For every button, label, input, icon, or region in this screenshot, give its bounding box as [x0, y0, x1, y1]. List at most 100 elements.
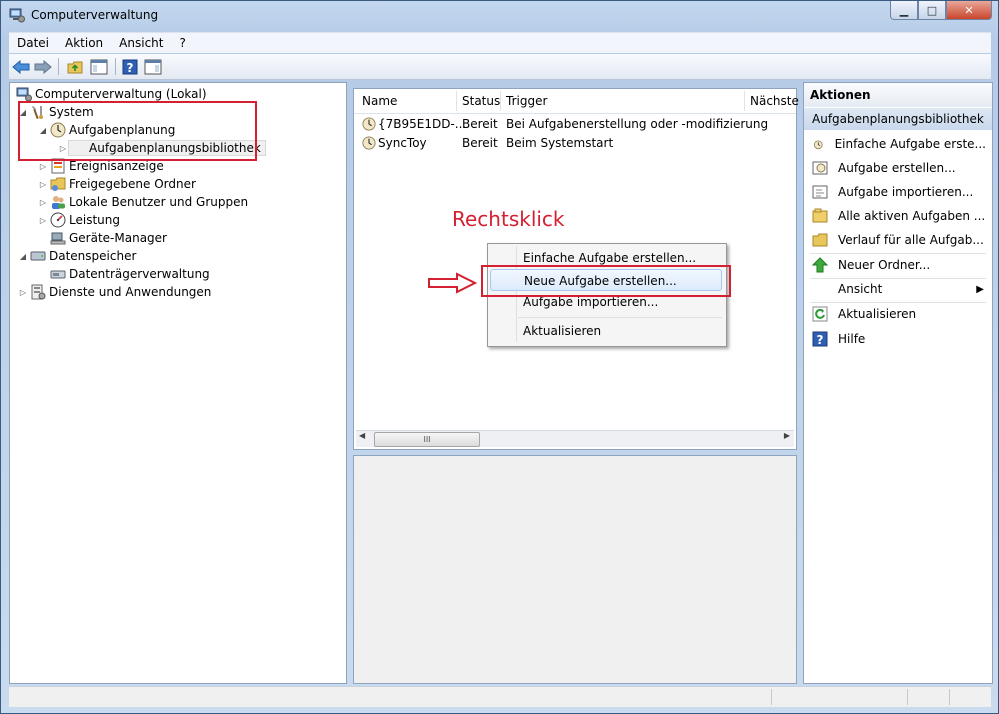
folder-up-icon: [67, 61, 83, 73]
context-item-aktualisieren[interactable]: Aktualisieren: [490, 320, 722, 342]
disk-management-icon: [50, 270, 66, 279]
action-neuer-ordner[interactable]: Neuer Ordner...: [810, 255, 986, 275]
create-task-icon: [812, 161, 828, 175]
clock-small-icon: [813, 140, 823, 150]
collapsed-arrow-icon[interactable]: ▷: [38, 198, 48, 207]
action-einfache-aufgabe[interactable]: Einfache Aufgabe erste...: [810, 134, 986, 154]
maximize-button[interactable]: □: [918, 1, 946, 20]
active-tasks-icon: [812, 208, 828, 223]
tree-item-leistung[interactable]: ▷ Leistung: [38, 211, 120, 229]
arrow-right-icon: [34, 59, 52, 74]
task-name: {7B95E1DD-...: [378, 117, 467, 131]
close-icon: ✕: [964, 3, 974, 17]
annotation-highlight-menu: [481, 265, 731, 297]
menu-bar: Datei Aktion Ansicht ?: [9, 32, 991, 53]
task-trigger: Bei Aufgabenerstellung oder -modifizieru…: [506, 117, 769, 131]
task-status: Bereit: [462, 117, 498, 131]
task-clock-icon: [362, 117, 376, 131]
scroll-grip: III: [423, 435, 431, 444]
minimize-icon: ▁: [899, 3, 909, 17]
action-label: Verlauf für alle Aufgab...: [838, 233, 984, 247]
tree-item-geraete[interactable]: Geräte-Manager: [38, 229, 167, 247]
tree-label: Lokale Benutzer und Gruppen: [69, 195, 249, 209]
show-hide-tree-button[interactable]: [89, 57, 109, 76]
performance-icon: [50, 212, 66, 228]
shared-folder-icon: [50, 177, 66, 191]
task-trigger: Beim Systemstart: [506, 136, 614, 150]
computer-management-icon: [16, 87, 32, 102]
action-alle-aktiven[interactable]: Alle aktiven Aufgaben ...: [810, 206, 986, 226]
status-bar: [9, 686, 991, 707]
collapsed-arrow-icon[interactable]: ▷: [38, 216, 48, 225]
arrow-left-icon: [12, 59, 30, 74]
maximize-icon: □: [926, 3, 938, 17]
back-button[interactable]: [11, 57, 31, 76]
action-pane-button[interactable]: [143, 57, 163, 76]
menu-datei[interactable]: Datei: [9, 36, 57, 50]
action-label: Aufgabe erstellen...: [838, 161, 956, 175]
action-aufgabe-erstellen[interactable]: Aufgabe erstellen...: [810, 158, 986, 178]
title-bar: Computerverwaltung ▁ □ ✕: [1, 1, 998, 29]
help-button[interactable]: ?: [120, 57, 140, 76]
task-status: Bereit: [462, 136, 498, 150]
caption-buttons: ▁ □ ✕: [890, 1, 992, 21]
collapsed-arrow-icon[interactable]: ▷: [18, 288, 28, 297]
action-verlauf[interactable]: Verlauf für alle Aufgab...: [810, 230, 986, 250]
column-trigger[interactable]: Trigger: [506, 94, 547, 108]
tree-item-freigaben[interactable]: ▷ Freigegebene Ordner: [38, 175, 196, 193]
column-name[interactable]: Name: [362, 94, 397, 108]
action-label: Einfache Aufgabe erste...: [834, 137, 986, 151]
svg-text:?: ?: [817, 333, 824, 347]
task-name: SyncToy: [378, 136, 427, 150]
tree-label: Geräte-Manager: [69, 231, 167, 245]
annotation-label: Rechtsklick: [452, 207, 565, 231]
tree-item-datenspeicher[interactable]: ◢ Datenspeicher: [18, 247, 136, 265]
menu-help[interactable]: ?: [171, 36, 193, 50]
action-ansicht[interactable]: Ansicht ▶: [810, 279, 986, 299]
column-status[interactable]: Status: [462, 94, 500, 108]
collapsed-arrow-icon[interactable]: ▷: [38, 162, 48, 171]
tree-label: Dienste und Anwendungen: [49, 285, 212, 299]
forward-button[interactable]: [33, 57, 53, 76]
storage-icon: [30, 251, 46, 261]
users-icon: [52, 196, 65, 209]
action-aktualisieren[interactable]: Aktualisieren: [810, 304, 986, 324]
up-folder-button[interactable]: [65, 57, 85, 76]
console-tree-icon: [90, 59, 108, 74]
close-button[interactable]: ✕: [946, 1, 992, 20]
tree-item-dienste[interactable]: ▷ Dienste und Anwendungen: [18, 283, 211, 301]
tree-item-datentraeger[interactable]: Datenträgerverwaltung: [38, 265, 210, 283]
annotation-highlight-tree: [18, 101, 257, 161]
collapsed-arrow-icon[interactable]: ▷: [38, 180, 48, 189]
tree-label: Datenträgerverwaltung: [69, 267, 210, 281]
scroll-thumb[interactable]: III: [374, 432, 480, 447]
history-folder-icon: [812, 233, 828, 247]
scroll-right-icon[interactable]: ▶: [784, 431, 790, 440]
menu-ansicht[interactable]: Ansicht: [111, 36, 171, 50]
horizontal-scrollbar[interactable]: ◀ III ▶: [356, 430, 794, 447]
app-window: Computerverwaltung ▁ □ ✕ Datei Aktion An…: [0, 0, 999, 714]
action-label: Aktualisieren: [838, 307, 917, 321]
expanded-arrow-icon[interactable]: ◢: [18, 252, 28, 261]
tree-label: Computerverwaltung (Lokal): [35, 87, 207, 101]
action-label: Ansicht: [838, 282, 883, 296]
column-next[interactable]: Nächste: [750, 94, 799, 108]
tree-item-benutzer[interactable]: ▷ Lokale Benutzer und Gruppen: [38, 193, 248, 211]
action-label: Neuer Ordner...: [838, 258, 931, 272]
menu-aktion[interactable]: Aktion: [57, 36, 111, 50]
tree-label: Datenspeicher: [49, 249, 137, 263]
submenu-arrow-icon: ▶: [976, 283, 984, 295]
console-tree: Computerverwaltung (Lokal) ◢ System ◢ Au…: [9, 82, 347, 684]
actions-header: Aktionen: [804, 83, 992, 107]
actions-section-title[interactable]: Aufgabenplanungsbibliothek: [804, 108, 992, 130]
green-arrow-up-icon: [812, 257, 828, 273]
toolbar: ?: [9, 54, 991, 80]
minimize-button[interactable]: ▁: [890, 1, 918, 20]
computer-management-icon: [9, 8, 25, 23]
action-hilfe[interactable]: ? Hilfe: [810, 329, 986, 349]
action-pane-icon: [144, 59, 162, 74]
action-label: Alle aktiven Aufgaben ...: [838, 209, 986, 223]
scroll-left-icon[interactable]: ◀: [359, 431, 365, 440]
action-aufgabe-importieren[interactable]: Aufgabe importieren...: [810, 182, 986, 202]
list-header: Name Status Trigger Nächste: [354, 89, 799, 114]
